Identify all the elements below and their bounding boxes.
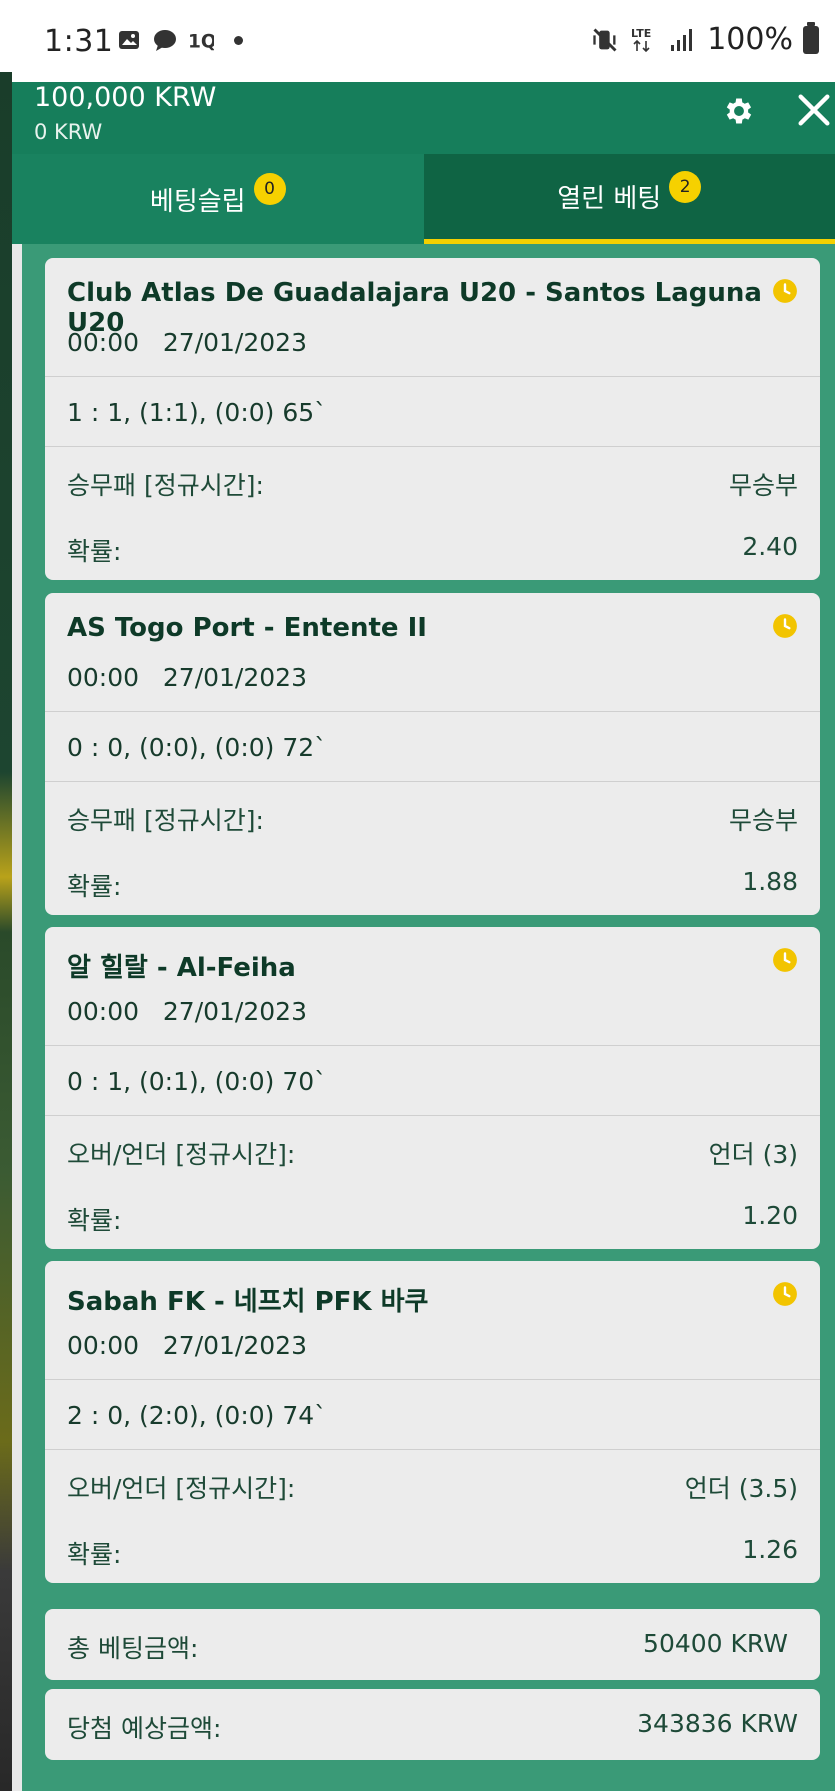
bet-score: 1 : 1, (1:1), (0:0) 65` (67, 398, 327, 427)
battery-percent: 100% (707, 22, 793, 57)
bet-score: 0 : 1, (0:1), (0:0) 70` (67, 1067, 327, 1096)
divider (45, 1045, 820, 1046)
bet-date: 27/01/2023 (162, 997, 307, 1026)
bet-card: 알 힐랄 - Al-Feiha 00:00 27/01/2023 0 : 1, … (45, 927, 820, 1249)
clock-icon (773, 948, 797, 972)
status-notification-icons: 1Q (116, 28, 243, 52)
bet-datetime: 00:00 27/01/2023 (67, 997, 307, 1026)
divider (45, 781, 820, 782)
tab-open-bets[interactable]: 열린 베팅 2 (423, 154, 835, 244)
bet-card: AS Togo Port - Entente II 00:00 27/01/20… (45, 593, 820, 915)
bet-date: 27/01/2023 (162, 663, 307, 692)
bet-market-label: 승무패 [정규시간]: (67, 806, 264, 835)
potential-win-value: 343836 KRW (637, 1709, 798, 1738)
bet-time: 00:00 (67, 663, 140, 692)
tab-betslip[interactable]: 베팅슬립 0 (12, 154, 424, 244)
bet-time: 00:00 (67, 328, 140, 357)
bet-date: 27/01/2023 (162, 1331, 307, 1360)
cell-signal-icon (671, 28, 693, 51)
bet-date: 27/01/2023 (162, 328, 307, 357)
bet-selection: 무승부 (728, 471, 798, 500)
bet-selection: 무승부 (728, 806, 798, 835)
betslip-tabs: 베팅슬립 0 열린 베팅 2 (12, 154, 835, 244)
bet-time: 00:00 (67, 997, 140, 1026)
bet-odds-label: 확률: (67, 1206, 122, 1235)
bet-odds: 1.20 (742, 1201, 798, 1230)
clock-icon (773, 614, 797, 638)
total-stake-row: 총 베팅금액: 50400 KRW (45, 1609, 820, 1680)
bet-odds-label: 확률: (67, 872, 122, 901)
divider (45, 376, 820, 377)
bet-datetime: 00:00 27/01/2023 (67, 663, 307, 692)
gear-icon[interactable] (722, 94, 756, 128)
betslip-panel: 100,000 KRW 0 KRW 베팅슬립 0 열린 베팅 2 Club At… (12, 82, 835, 1791)
svg-text:1Q: 1Q (188, 31, 214, 52)
divider (45, 1379, 820, 1380)
svg-text:LTE: LTE (631, 27, 651, 40)
bet-match-title: 알 힐랄 - Al-Feiha (67, 953, 296, 983)
lte-signal-icon: LTE (631, 27, 651, 52)
gallery-icon (119, 31, 139, 49)
divider (45, 446, 820, 447)
close-icon[interactable] (794, 90, 834, 130)
tab-betslip-count-badge: 0 (253, 173, 286, 205)
status-right: LTE 100% (591, 21, 819, 57)
more-notifications-dot (234, 35, 243, 45)
tab-betslip-label: 베팅슬립 (149, 186, 246, 217)
clock-icon (773, 1282, 797, 1306)
clock-icon (773, 279, 797, 303)
divider (45, 1115, 820, 1116)
bet-odds: 1.26 (742, 1535, 798, 1564)
tab-open-bets-label: 열린 베팅 (557, 184, 662, 214)
battery-icon (803, 21, 819, 54)
background-page (0, 72, 12, 1791)
bet-match-title: Sabah FK - 네프치 PFK 바쿠 (67, 1287, 429, 1317)
bet-time: 00:00 (67, 1331, 140, 1360)
bet-score: 2 : 0, (2:0), (0:0) 74` (67, 1401, 327, 1430)
total-stake-value: 50400 KRW (643, 1629, 788, 1658)
chat-icon (154, 30, 176, 51)
bet-odds-label: 확률: (67, 537, 122, 566)
bet-card: Club Atlas De Guadalajara U20 - Santos L… (45, 258, 820, 580)
bet-score: 0 : 0, (0:0), (0:0) 72` (67, 733, 327, 762)
bet-card: Sabah FK - 네프치 PFK 바쿠 00:00 27/01/2023 2… (45, 1261, 820, 1583)
balance-amount: 100,000 KRW (34, 82, 217, 113)
total-stake-label: 총 베팅금액: (67, 1634, 199, 1663)
bet-market-label: 오버/언더 [정규시간]: (67, 1474, 296, 1503)
potential-win-row: 당첨 예상금액: 343836 KRW (45, 1689, 820, 1760)
bet-market-label: 승무패 [정규시간]: (67, 471, 264, 500)
vibrate-mute-icon (593, 27, 617, 52)
open-bets-list: Club Atlas De Guadalajara U20 - Santos L… (12, 244, 835, 1791)
status-bar: 1:31 1Q LTE 100% (0, 0, 835, 72)
bonus-amount: 0 KRW (34, 120, 103, 144)
bet-odds-label: 확률: (67, 1540, 122, 1569)
bet-odds: 2.40 (742, 532, 798, 561)
bet-odds: 1.88 (742, 867, 798, 896)
potential-win-label: 당첨 예상금액: (67, 1714, 222, 1743)
bet-datetime: 00:00 27/01/2023 (67, 1331, 307, 1360)
bet-selection: 언더 (3.5) (684, 1474, 798, 1503)
bet-datetime: 00:00 27/01/2023 (67, 328, 307, 357)
bet-match-title: AS Togo Port - Entente II (67, 613, 427, 643)
status-time: 1:31 (44, 24, 114, 59)
bet-selection: 언더 (3) (708, 1140, 798, 1169)
tab-open-bets-count-badge: 2 (669, 170, 702, 203)
scroll-edge (12, 244, 22, 1791)
divider (45, 1449, 820, 1450)
app-1q-icon: 1Q (188, 31, 214, 52)
divider (45, 711, 820, 712)
bet-market-label: 오버/언더 [정규시간]: (67, 1140, 296, 1169)
